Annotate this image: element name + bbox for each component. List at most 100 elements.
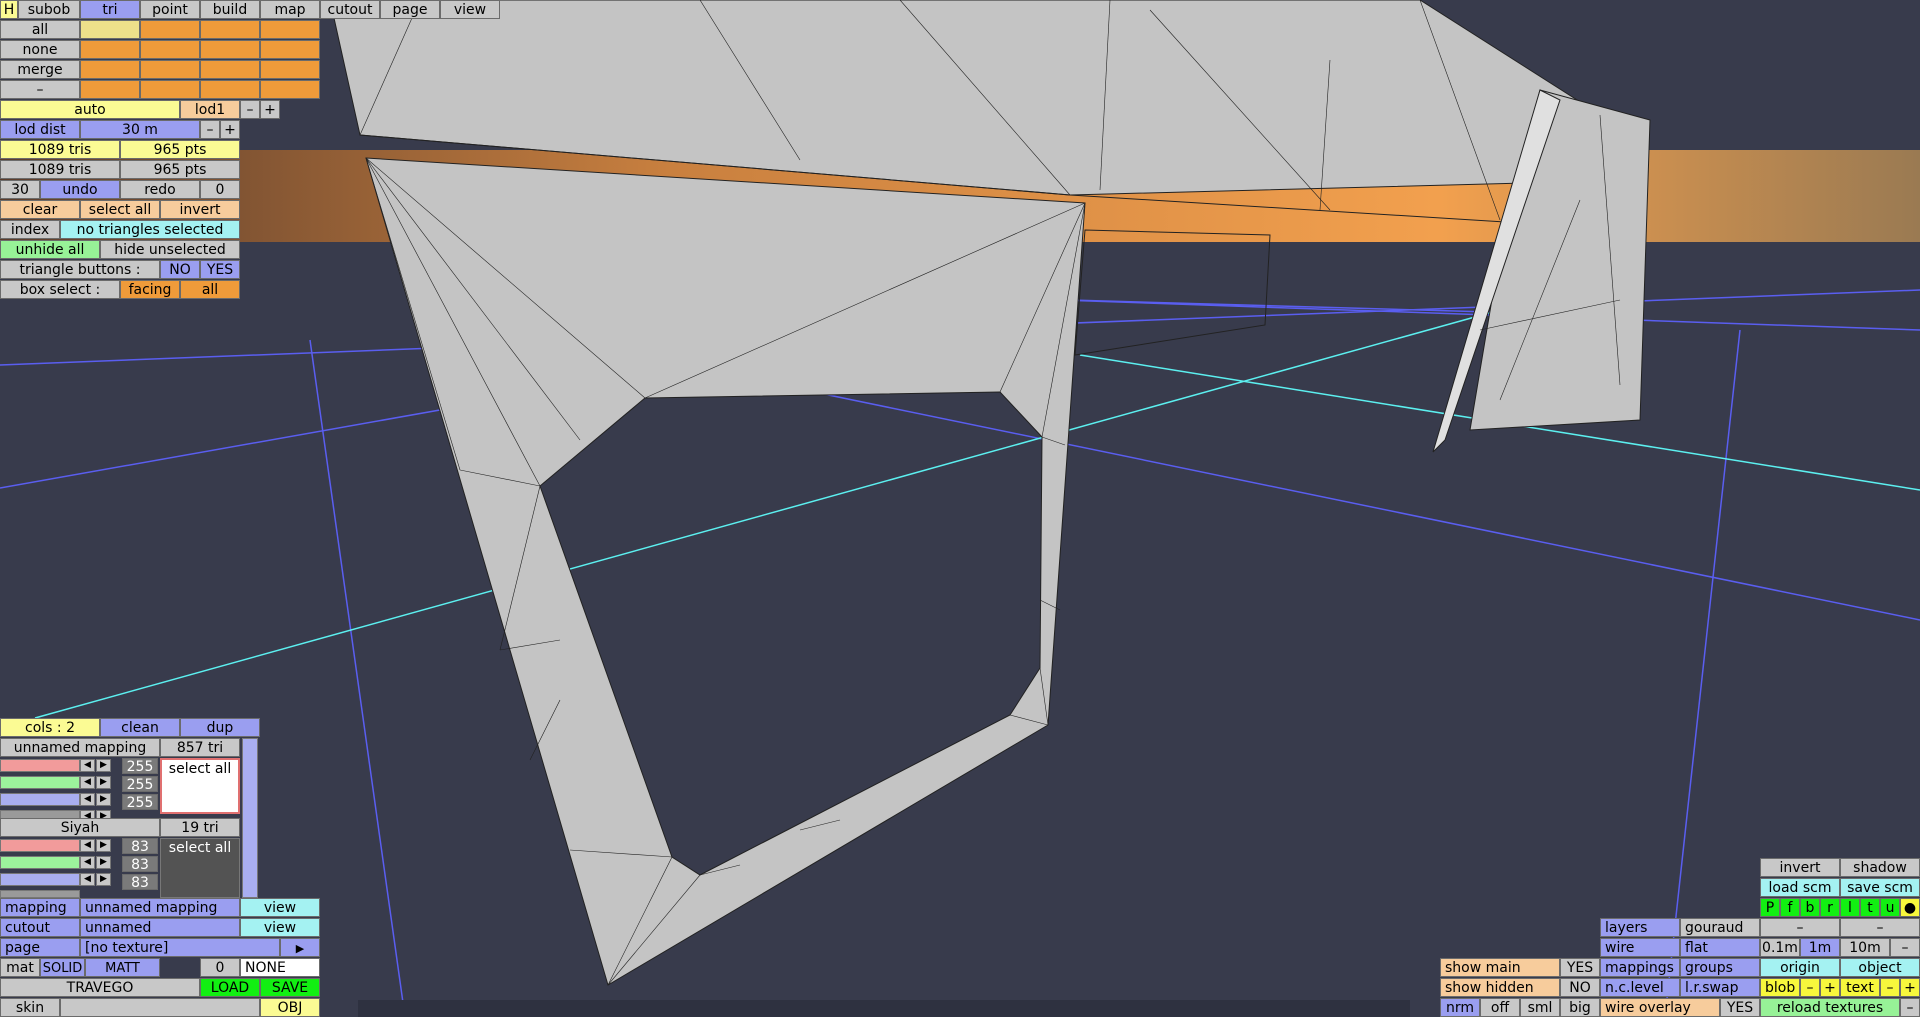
mat-name[interactable]: NONE (240, 958, 320, 977)
tab-subob[interactable]: subob (18, 0, 80, 19)
grid-minus-button[interactable]: – (1890, 938, 1920, 957)
undo-button[interactable]: undo (40, 180, 120, 199)
mat-solid-button[interactable]: SOLID (40, 958, 85, 977)
show-main-toggle[interactable]: show main (1440, 958, 1560, 977)
normals-small-button[interactable]: sml (1520, 998, 1560, 1017)
grid-0-1m-button[interactable]: 0.1m (1760, 938, 1800, 957)
lod-dist-plus-button[interactable]: + (220, 120, 240, 139)
blue-right-arrow-icon[interactable]: ▶ (96, 873, 111, 886)
obj-button[interactable]: OBJ (260, 998, 320, 1017)
tab-view[interactable]: view (440, 0, 500, 19)
tab-map[interactable]: map (260, 0, 320, 19)
text-plus-button[interactable]: + (1900, 978, 1920, 997)
flag-t[interactable]: t (1860, 898, 1880, 917)
skin-input[interactable] (60, 998, 260, 1017)
green-left-arrow-icon[interactable]: ◀ (80, 776, 95, 789)
swatch[interactable] (80, 20, 140, 39)
color-swatch-grid[interactable] (80, 20, 320, 100)
load-scm-button[interactable]: load scm (1760, 878, 1840, 897)
reload-minus-button[interactable]: – (1900, 998, 1920, 1017)
flag-u[interactable]: u (1880, 898, 1900, 917)
merge-button[interactable]: merge (0, 60, 80, 79)
wire-overlay-toggle[interactable]: wire overlay (1600, 998, 1720, 1017)
object-button[interactable]: object (1840, 958, 1920, 977)
flag-p[interactable]: P (1760, 898, 1780, 917)
swatch[interactable] (80, 60, 140, 79)
dot-icon[interactable]: ● (1900, 898, 1920, 917)
swatch[interactable] (140, 40, 200, 59)
blue-slider[interactable] (0, 793, 80, 806)
blob-plus-button[interactable]: + (1820, 978, 1840, 997)
lod-auto-button[interactable]: auto (0, 100, 180, 119)
mappings-button[interactable]: mappings (1600, 958, 1680, 977)
show-hidden-value[interactable]: NO (1560, 978, 1600, 997)
blue-right-arrow-icon[interactable]: ▶ (96, 793, 111, 806)
lr-swap-button[interactable]: l.r.swap (1680, 978, 1760, 997)
grid-10m-button[interactable]: 10m (1840, 938, 1890, 957)
red-right-arrow-icon[interactable]: ▶ (96, 759, 111, 772)
select-all-button[interactable]: all (0, 20, 80, 39)
gouraud-button[interactable]: gouraud (1680, 918, 1760, 937)
origin-button[interactable]: origin (1760, 958, 1840, 977)
green-left-arrow-icon[interactable]: ◀ (80, 856, 95, 869)
blob-minus-button[interactable]: – (1800, 978, 1820, 997)
group-select-all[interactable]: select all (169, 761, 231, 777)
cutout-value[interactable]: unnamed (80, 918, 240, 937)
color-preview-dark[interactable]: select all (160, 838, 240, 898)
swatch[interactable] (140, 20, 200, 39)
wire-overlay-value[interactable]: YES (1720, 998, 1760, 1017)
box-select-all[interactable]: all (180, 280, 240, 299)
mapping-view-button[interactable]: view (240, 898, 320, 917)
hide-unselected-button[interactable]: hide unselected (100, 240, 240, 259)
tab-tri[interactable]: tri (80, 0, 140, 19)
blob-button[interactable]: blob (1760, 978, 1800, 997)
shadow-button[interactable]: shadow (1840, 858, 1920, 877)
flag-r[interactable]: r (1820, 898, 1840, 917)
text-button[interactable]: text (1840, 978, 1880, 997)
triangle-buttons-no[interactable]: NO (160, 260, 200, 279)
blue-left-arrow-icon[interactable]: ◀ (80, 793, 95, 806)
flag-b[interactable]: b (1800, 898, 1820, 917)
swatch[interactable] (260, 40, 320, 59)
group-name[interactable]: Siyah (0, 818, 160, 837)
nc-level-button[interactable]: n.c.level (1600, 978, 1680, 997)
invert-selection-button[interactable]: invert (160, 200, 240, 219)
green-slider[interactable] (0, 776, 80, 789)
save-button[interactable]: SAVE (260, 978, 320, 997)
lod-dist-value[interactable]: 30 m (80, 120, 200, 139)
clear-selection-button[interactable]: clear (0, 200, 80, 219)
red-slider[interactable] (0, 839, 80, 852)
cutout-view-button[interactable]: view (240, 918, 320, 937)
dup-button[interactable]: dup (180, 718, 260, 737)
tab-point[interactable]: point (140, 0, 200, 19)
normals-big-button[interactable]: big (1560, 998, 1600, 1017)
blue-left-arrow-icon[interactable]: ◀ (80, 873, 95, 886)
red-slider[interactable] (0, 759, 80, 772)
green-slider[interactable] (0, 856, 80, 869)
red-right-arrow-icon[interactable]: ▶ (96, 839, 111, 852)
dash-button[interactable]: – (0, 80, 80, 99)
group-name[interactable]: unnamed mapping (0, 738, 160, 757)
lod-dist-minus-button[interactable]: – (200, 120, 220, 139)
nrm-button[interactable]: nrm (1440, 998, 1480, 1017)
flag-l[interactable]: l (1840, 898, 1860, 917)
select-none-button[interactable]: none (0, 40, 80, 59)
text-minus-button[interactable]: – (1880, 978, 1900, 997)
grid-1m-button[interactable]: 1m (1800, 938, 1840, 957)
layers-button[interactable]: layers (1600, 918, 1680, 937)
show-hidden-toggle[interactable]: show hidden (1440, 978, 1560, 997)
lod-level[interactable]: lod1 (180, 100, 240, 119)
box-select-facing[interactable]: facing (120, 280, 180, 299)
swatch[interactable] (140, 80, 200, 99)
groups-button[interactable]: groups (1680, 958, 1760, 977)
dash-button-2[interactable]: – (1840, 918, 1920, 937)
group-select-all[interactable]: select all (169, 840, 231, 856)
project-name[interactable]: TRAVEGO (0, 978, 200, 997)
blue-slider[interactable] (0, 873, 80, 886)
red-left-arrow-icon[interactable]: ◀ (80, 839, 95, 852)
normals-off-button[interactable]: off (1480, 998, 1520, 1017)
3d-viewport[interactable] (0, 0, 1920, 1017)
green-right-arrow-icon[interactable]: ▶ (96, 856, 111, 869)
load-button[interactable]: LOAD (200, 978, 260, 997)
wire-button[interactable]: wire (1600, 938, 1680, 957)
